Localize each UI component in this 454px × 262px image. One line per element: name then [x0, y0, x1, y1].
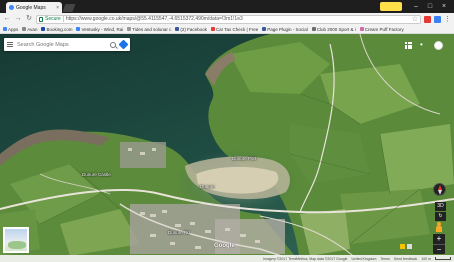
bookmark-favicon-icon: [359, 27, 364, 31]
google-logo: Google: [214, 243, 235, 249]
maps-favicon-icon: [9, 5, 14, 10]
place-label[interactable]: Dunure Castle: [82, 172, 111, 177]
terms-link[interactable]: Terms: [380, 257, 390, 261]
lock-icon: [39, 16, 43, 22]
reload-icon[interactable]: ↻: [25, 15, 33, 23]
facebook-icon: [175, 27, 180, 31]
divider: [62, 16, 64, 22]
layers-mini-icon[interactable]: [407, 244, 412, 249]
attribution-text: Imagery ©2017 TerraMetrics, Map data ©20…: [263, 256, 348, 261]
forward-arrow-icon[interactable]: →: [14, 15, 22, 23]
send-feedback-link[interactable]: Send feedback: [394, 257, 417, 261]
bookmark-favicon-icon: [311, 27, 316, 31]
back-arrow-icon[interactable]: ←: [3, 15, 11, 23]
3d-toggle-button[interactable]: 3D: [435, 202, 446, 211]
bookmark-item[interactable]: Page Plugin - Social: [262, 27, 308, 32]
browser-menu-icon[interactable]: ⋮: [444, 15, 451, 23]
maximize-button[interactable]: □: [426, 3, 434, 10]
satellite-imagery[interactable]: [0, 34, 454, 262]
rotate-icon[interactable]: ↻: [435, 212, 446, 221]
bookmark-item[interactable]: Cream Puff Factory: [359, 27, 404, 32]
map-footer: Imagery ©2017 TerraMetrics, Map data ©20…: [0, 255, 454, 262]
extension-icon[interactable]: [424, 15, 431, 23]
extension-icon[interactable]: [434, 15, 441, 23]
bookmark-favicon-icon: [210, 27, 215, 31]
apps-grid-icon: [3, 27, 7, 31]
compass-icon[interactable]: [433, 183, 446, 196]
satellite-map[interactable]: • Dunure Castle Dunure Port Dunure Dunur…: [0, 34, 454, 262]
scale-bar: [435, 257, 451, 260]
browser-titlebar: Google Maps × – □ ×: [0, 0, 454, 13]
bookmark-item[interactable]: Tides and solunar c: [127, 27, 171, 32]
map-mini-controls[interactable]: [400, 244, 412, 249]
bookmark-item[interactable]: Club 2000 Sport & i: [311, 27, 356, 32]
bookmarks-bar: Apps Avan Booking.com Ventusky - Wind, R…: [0, 25, 454, 34]
browser-toolbar: ← → ↻ Secure https://www.google.co.uk/ma…: [0, 13, 454, 25]
bookmark-item[interactable]: (2) Facebook: [175, 27, 207, 32]
profile-chip[interactable]: [380, 2, 402, 11]
secure-label: Secure: [45, 16, 61, 22]
zoom-out-button[interactable]: −: [433, 244, 445, 254]
bookmark-favicon-icon: [41, 27, 46, 31]
browser-tab[interactable]: Google Maps ×: [6, 2, 62, 13]
pegman-mini-icon[interactable]: [400, 244, 405, 249]
directions-icon[interactable]: [118, 39, 129, 50]
search-input[interactable]: [17, 41, 106, 48]
avatar[interactable]: [434, 41, 443, 50]
bookmark-item[interactable]: Booking.com: [41, 27, 72, 32]
place-label[interactable]: Dunure Rd: [168, 230, 190, 235]
pegman-icon[interactable]: [436, 222, 442, 232]
google-apps-icon[interactable]: [405, 42, 412, 49]
facebook-icon: [262, 27, 267, 31]
map-search-box: [4, 38, 130, 51]
region-link[interactable]: United Kingdom: [351, 257, 376, 261]
tab-title: Google Maps: [16, 4, 46, 11]
search-icon[interactable]: [110, 41, 116, 48]
zoom-in-button[interactable]: +: [433, 234, 445, 244]
scale-label[interactable]: 100 m: [421, 257, 431, 261]
new-tab-button[interactable]: [62, 4, 76, 12]
place-label[interactable]: Dunure Port: [232, 156, 256, 161]
notifications-icon[interactable]: •: [420, 41, 427, 49]
url-text[interactable]: https://www.google.co.uk/maps/@55.411554…: [66, 16, 243, 22]
bookmark-item[interactable]: Ventusky - Wind, Rai: [76, 27, 123, 32]
bookmark-item[interactable]: Car Tax Check | Free: [210, 27, 258, 32]
bookmark-favicon-icon: [76, 27, 81, 31]
close-window-button[interactable]: ×: [440, 3, 448, 10]
menu-icon[interactable]: [7, 42, 13, 47]
bookmark-favicon-icon: [127, 27, 132, 31]
bookmark-star-icon[interactable]: ☆: [412, 15, 418, 23]
map-layer-toggle[interactable]: [3, 227, 29, 253]
minimize-button[interactable]: –: [412, 3, 420, 10]
place-label[interactable]: Dunure: [200, 184, 215, 189]
bookmark-apps[interactable]: Apps: [3, 27, 18, 32]
zoom-controls: + −: [433, 234, 445, 254]
tab-close-icon[interactable]: ×: [56, 5, 59, 11]
address-bar[interactable]: Secure https://www.google.co.uk/maps/@55…: [36, 14, 421, 24]
bookmark-favicon-icon: [22, 27, 27, 31]
bookmark-item[interactable]: Avan: [22, 27, 37, 32]
